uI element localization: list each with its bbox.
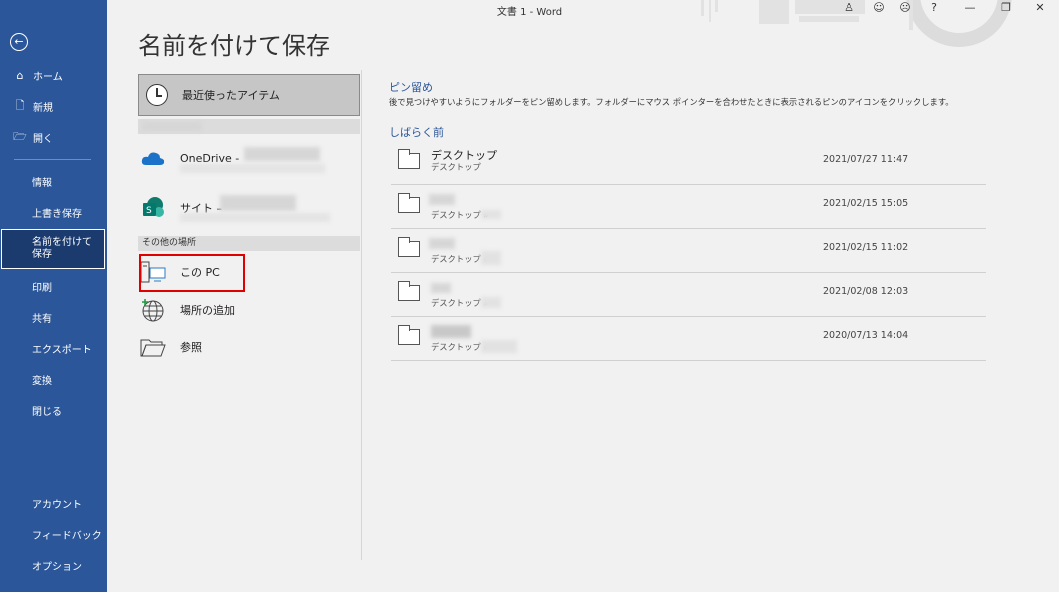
redacted-site-path (180, 213, 330, 222)
folder-date: 2021/02/15 11:02 (823, 242, 909, 253)
other-locations-header: その他の場所 (138, 236, 360, 251)
folder-path: デスクトップ » (431, 210, 489, 220)
restore-icon[interactable]: ❐ (993, 0, 1019, 18)
account-icon[interactable]: ♙ (836, 0, 862, 18)
svg-text:S: S (146, 206, 152, 216)
nav-save[interactable]: 上書き保存 (0, 197, 107, 227)
redacted-subpath (481, 340, 517, 353)
redacted-subpath (481, 251, 501, 265)
folder-icon (398, 281, 420, 301)
recent-items-label: 最近使ったアイテム (182, 89, 280, 102)
nav-label: 共有 (32, 313, 52, 325)
redacted-folder-name (431, 325, 471, 338)
redacted-onedrive-path (180, 164, 325, 173)
folder-date: 2020/07/13 14:04 (823, 330, 909, 341)
nav-label: 名前を付けて保存 (32, 237, 92, 260)
add-place-label: 場所の追加 (180, 304, 235, 317)
backstage-sidebar: ← ⌂ ホーム 🗋 新規 🗁 開く 情報 上書き保存 名前を付けて保存 印刷 共… (0, 0, 107, 592)
nav-label: 情報 (32, 177, 52, 189)
home-icon: ⌂ (16, 68, 24, 82)
frown-feedback-icon[interactable]: ☹ (892, 0, 918, 18)
redacted-onedrive-name (244, 147, 320, 161)
folder-path: デスクトップ (431, 162, 481, 172)
add-place-location[interactable]: 場所の追加 (140, 298, 235, 322)
browse-folder-icon (140, 335, 166, 359)
nav-share[interactable]: 共有 (0, 302, 107, 332)
nav-label: オプション (32, 561, 82, 573)
folder-path: デスクトップ » (431, 298, 489, 308)
sharepoint-icon: S (140, 196, 166, 220)
older-header: しばらく前 (389, 126, 444, 139)
nav-export[interactable]: エクスポート (0, 333, 107, 363)
nav-label: 閉じる (32, 406, 62, 418)
redacted-account-name (142, 122, 202, 131)
folder-icon (398, 325, 420, 345)
globe-add-icon (140, 298, 166, 322)
folder-date: 2021/07/27 11:47 (823, 154, 909, 165)
onedrive-label: OneDrive - (180, 151, 240, 165)
browse-location[interactable]: 参照 (140, 335, 202, 359)
folder-row[interactable]: デスクトップ » 2021/02/08 12:03 (391, 273, 986, 317)
help-icon[interactable]: ? (921, 0, 947, 18)
clock-icon (146, 84, 168, 106)
close-icon[interactable]: ✕ (1027, 0, 1053, 18)
folder-icon (398, 149, 420, 169)
recent-items-button[interactable]: 最近使ったアイテム (138, 74, 360, 116)
folder-row[interactable]: デスクトップ » 2021/02/15 11:02 (391, 229, 986, 273)
folder-date: 2021/02/15 15:05 (823, 198, 909, 209)
back-arrow-icon[interactable]: ← (10, 33, 28, 51)
nav-options[interactable]: オプション (0, 550, 107, 580)
pinned-description: 後で見つけやすいようにフォルダーをピン留めします。フォルダーにマウス ポインター… (389, 97, 954, 107)
browse-label: 参照 (180, 341, 202, 354)
folder-row[interactable]: デスクトップ » 2021/02/15 15:05 (391, 185, 986, 229)
folder-icon (398, 193, 420, 213)
nav-home[interactable]: ⌂ ホーム (0, 60, 107, 90)
minimize-icon[interactable]: — (957, 0, 983, 18)
folder-icon (398, 237, 420, 257)
open-folder-icon: 🗁 (13, 129, 27, 143)
onedrive-cloud-icon (140, 146, 166, 170)
redacted-folder-name (431, 283, 451, 293)
this-pc-highlight-box (139, 254, 245, 292)
column-divider (361, 70, 362, 560)
nav-label: 上書き保存 (32, 208, 82, 220)
nav-open[interactable]: 🗁 開く (0, 122, 107, 152)
nav-label: フィードバック (32, 530, 102, 542)
folder-path: デスクトップ » (431, 254, 489, 264)
folder-path: デスクトップ » (431, 342, 489, 352)
nav-label: アカウント (32, 499, 82, 511)
smile-feedback-icon[interactable]: ☺ (866, 0, 892, 18)
nav-label: 新規 (33, 102, 53, 114)
nav-label: 開く (33, 133, 53, 145)
nav-close[interactable]: 閉じる (0, 395, 107, 425)
nav-label: エクスポート (32, 344, 92, 356)
nav-info[interactable]: 情報 (0, 166, 107, 196)
redacted-site-name (220, 195, 296, 211)
nav-label: 変換 (32, 375, 52, 387)
nav-label: ホーム (33, 71, 63, 83)
nav-print[interactable]: 印刷 (0, 271, 107, 301)
redacted-subpath (481, 210, 501, 219)
account-section-bar (138, 119, 360, 134)
redacted-subpath (481, 297, 501, 308)
folder-row[interactable]: デスクトップ » 2020/07/13 14:04 (391, 317, 986, 361)
nav-feedback[interactable]: フィードバック (0, 519, 107, 549)
folder-date: 2021/02/08 12:03 (823, 286, 909, 297)
redacted-folder-name (429, 238, 455, 249)
page-title: 名前を付けて保存 (138, 32, 330, 60)
nav-transform[interactable]: 変換 (0, 364, 107, 394)
new-doc-icon: 🗋 (15, 98, 25, 112)
nav-save-as[interactable]: 名前を付けて保存 (1, 229, 105, 269)
nav-new[interactable]: 🗋 新規 (0, 91, 107, 121)
folder-row[interactable]: デスクトップ デスクトップ 2021/07/27 11:47 (391, 141, 986, 185)
pinned-header: ピン留め (389, 81, 433, 94)
nav-label: 印刷 (32, 282, 52, 294)
nav-divider (14, 159, 91, 160)
nav-account[interactable]: アカウント (0, 488, 107, 518)
redacted-folder-name (429, 194, 455, 205)
